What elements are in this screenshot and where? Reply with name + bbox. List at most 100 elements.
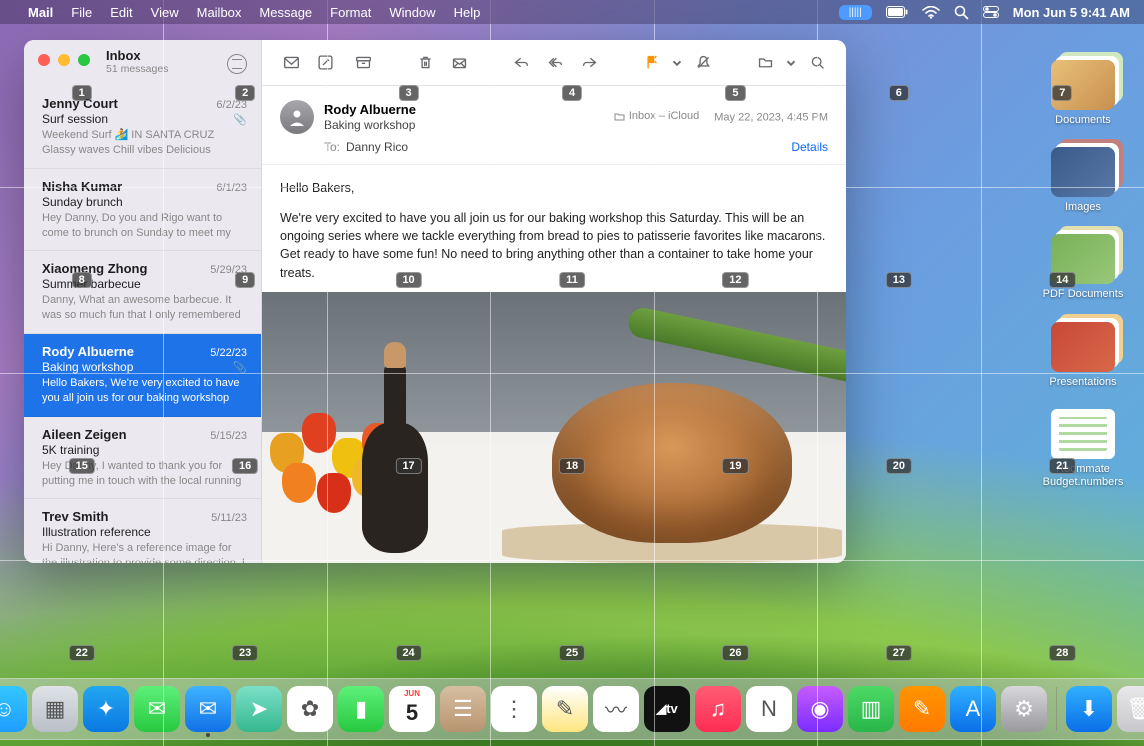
desktop-item[interactable]: Roommate Budget.numbers (1040, 409, 1126, 489)
attachment-icon: 📎 (233, 361, 247, 374)
menu-help[interactable]: Help (454, 5, 481, 20)
mailbox-count: 51 messages (106, 63, 168, 75)
envelope-icon[interactable] (276, 50, 306, 76)
message-list-item[interactable]: Rody Albuerne5/22/23 Baking workshop📎 He… (24, 334, 261, 417)
message-date: 5/22/23 (210, 347, 247, 359)
message-subject-line: 5K training (42, 443, 247, 457)
message-date: 5/29/23 (210, 264, 247, 276)
message-subject: Baking workshop (324, 118, 416, 132)
message-sender: Rody Albuerne (42, 344, 134, 359)
filter-icon[interactable] (227, 54, 247, 74)
dock-reminders[interactable]: ⋮ (491, 686, 537, 732)
reply-icon[interactable] (506, 50, 536, 76)
message-list[interactable]: Jenny Court6/2/23 Surf session📎 Weekend … (24, 86, 261, 563)
message-subject-line: Surf session📎 (42, 112, 247, 126)
message-text: We're very excited to have you all join … (280, 209, 828, 282)
desktop-item[interactable]: Images (1040, 147, 1126, 214)
menubar-clock[interactable]: Mon Jun 5 9:41 AM (1013, 5, 1130, 20)
move-dropdown-icon[interactable] (784, 50, 798, 76)
mail-content-pane: Rody Albuerne Baking workshop Inbox – iC… (262, 40, 846, 563)
dock-finder[interactable]: ☺ (0, 686, 27, 732)
message-date: 5/15/23 (210, 430, 247, 442)
spotlight-icon[interactable] (954, 5, 969, 20)
to-label: To: (324, 140, 340, 154)
flag-dropdown-icon[interactable] (670, 50, 684, 76)
message-preview: Weekend Surf 🏄 IN SANTA CRUZ Glassy wave… (42, 128, 247, 158)
dock-calendar[interactable]: JUN5 (389, 686, 435, 732)
dock-photos[interactable]: ✿ (287, 686, 333, 732)
dock-appstore[interactable]: A (950, 686, 996, 732)
dock-contacts[interactable]: ☰ (440, 686, 486, 732)
junk-icon[interactable] (444, 50, 474, 76)
dock: ☺▦✦✉✉➤✿▮JUN5☰⋮✎〰◢tv♫N◉▥✎A⚙⬇🗑 (0, 678, 1144, 740)
dock-mail[interactable]: ✉ (185, 686, 231, 732)
desktop-item[interactable]: Presentations (1040, 322, 1126, 389)
dock-facetime[interactable]: ▮ (338, 686, 384, 732)
dock-safari[interactable]: ✦ (83, 686, 129, 732)
mute-icon[interactable] (688, 50, 718, 76)
menu-message[interactable]: Message (259, 5, 312, 20)
dock-messages[interactable]: ✉ (134, 686, 180, 732)
desktop-item[interactable]: Documents (1040, 60, 1126, 127)
mailbox-title: Inbox (106, 48, 168, 63)
move-icon[interactable] (750, 50, 780, 76)
mail-sidebar: Inbox 51 messages Jenny Court6/2/23 Surf… (24, 40, 262, 563)
desktop-item[interactable]: PDF Documents (1040, 234, 1126, 301)
dock-notes[interactable]: ✎ (542, 686, 588, 732)
dock-podcasts[interactable]: ◉ (797, 686, 843, 732)
trash-icon[interactable] (410, 50, 440, 76)
dock-maps[interactable]: ➤ (236, 686, 282, 732)
menu-view[interactable]: View (151, 5, 179, 20)
forward-icon[interactable] (574, 50, 604, 76)
folder-icon (1051, 409, 1115, 459)
dock-numbers[interactable]: ▥ (848, 686, 894, 732)
dock-downloads[interactable]: ⬇ (1066, 686, 1112, 732)
dock-news[interactable]: N (746, 686, 792, 732)
dock-trash[interactable]: 🗑 (1117, 686, 1144, 732)
message-subject-line: Illustration reference (42, 525, 247, 539)
dock-pages[interactable]: ✎ (899, 686, 945, 732)
message-date: 6/1/23 (216, 182, 247, 194)
reply-all-icon[interactable] (540, 50, 570, 76)
dock-tv[interactable]: ◢tv (644, 686, 690, 732)
voice-control-icon[interactable]: ||||| (839, 5, 872, 20)
archive-icon[interactable] (348, 50, 378, 76)
mail-window: Inbox 51 messages Jenny Court6/2/23 Surf… (24, 40, 846, 563)
flag-icon[interactable] (636, 50, 666, 76)
to-name[interactable]: Danny Rico (346, 140, 408, 154)
app-menu[interactable]: Mail (28, 5, 53, 20)
menu-mailbox[interactable]: Mailbox (197, 5, 242, 20)
window-traffic-lights[interactable] (38, 54, 90, 66)
compose-icon[interactable] (310, 50, 340, 76)
message-preview: Danny, What an awesome barbecue. It was … (42, 293, 247, 323)
folder-icon (1051, 60, 1115, 110)
search-icon[interactable] (802, 50, 832, 76)
menu-format[interactable]: Format (330, 5, 371, 20)
details-button[interactable]: Details (791, 140, 828, 154)
message-list-item[interactable]: Aileen Zeigen5/15/23 5K training Hey Dan… (24, 417, 261, 500)
message-mailbox[interactable]: Inbox – iCloud (614, 110, 699, 122)
message-date: 5/11/23 (211, 512, 247, 524)
message-subject-line: Baking workshop📎 (42, 360, 247, 374)
message-list-item[interactable]: Jenny Court6/2/23 Surf session📎 Weekend … (24, 86, 261, 169)
menu-file[interactable]: File (71, 5, 92, 20)
desktop-item-label: PDF Documents (1043, 288, 1124, 301)
message-timestamp: May 22, 2023, 4:45 PM (714, 112, 828, 124)
dock-freeform[interactable]: 〰 (593, 686, 639, 732)
message-subject-line: Sunday brunch (42, 195, 247, 209)
dock-launchpad[interactable]: ▦ (32, 686, 78, 732)
menu-window[interactable]: Window (389, 5, 435, 20)
dock-settings[interactable]: ⚙ (1001, 686, 1047, 732)
battery-icon[interactable] (886, 6, 908, 18)
desktop-item-label: Roommate Budget.numbers (1040, 463, 1126, 489)
message-list-item[interactable]: Trev Smith5/11/23 Illustration reference… (24, 499, 261, 563)
message-sender: Nisha Kumar (42, 179, 122, 194)
message-body: Hello Bakers, We're very excited to have… (262, 165, 846, 563)
message-from: Rody Albuerne (324, 102, 416, 117)
message-list-item[interactable]: Xiaomeng Zhong5/29/23 Summer barbecue Da… (24, 251, 261, 334)
control-center-icon[interactable] (983, 6, 999, 18)
message-list-item[interactable]: Nisha Kumar6/1/23 Sunday brunch Hey Dann… (24, 169, 261, 252)
dock-music[interactable]: ♫ (695, 686, 741, 732)
menu-edit[interactable]: Edit (110, 5, 132, 20)
wifi-icon[interactable] (922, 6, 940, 19)
